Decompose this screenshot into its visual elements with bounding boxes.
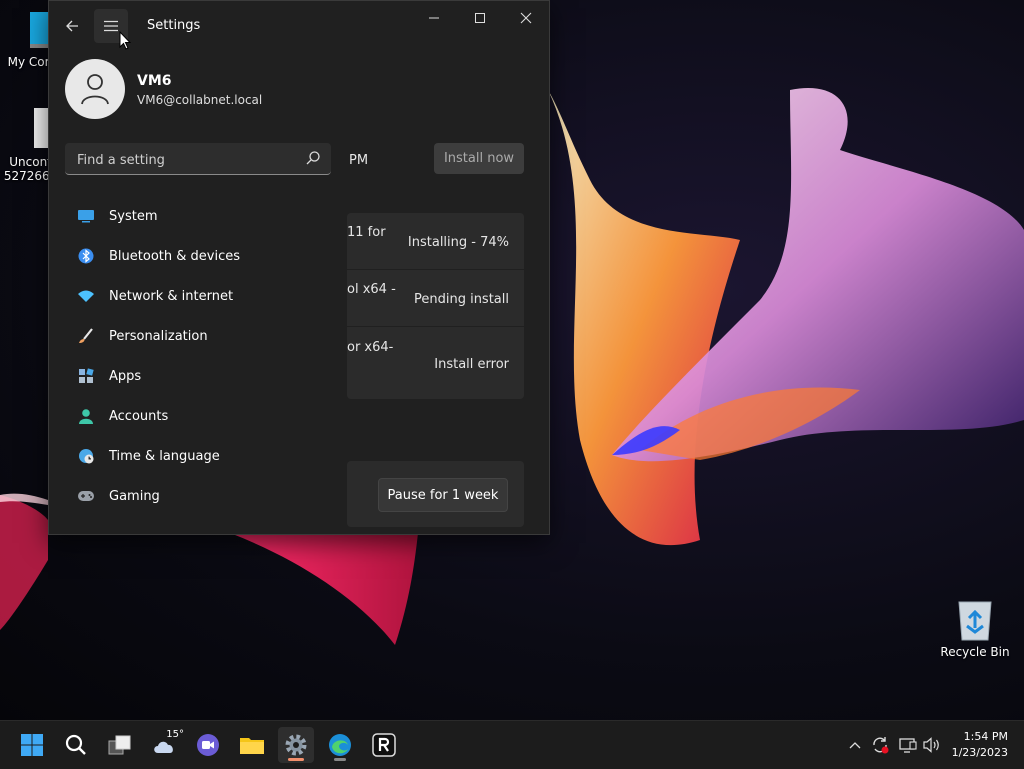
user-avatar[interactable]	[65, 59, 125, 119]
nav-item-label: Gaming	[109, 488, 160, 504]
update-row-1-title: 11 for	[347, 225, 386, 240]
back-button[interactable]	[55, 9, 89, 43]
nav-item-label: Bluetooth & devices	[109, 248, 240, 264]
task-view-icon	[108, 735, 131, 755]
edge-browser-button[interactable]	[322, 727, 358, 763]
navigation-pane: VM6 VM6@collabnet.local System Bluetooth…	[49, 49, 347, 534]
search-icon	[306, 151, 320, 165]
nav-item-label: Time & language	[109, 448, 220, 464]
gamepad-icon	[77, 487, 95, 505]
user-name: VM6	[137, 73, 172, 89]
system-icon	[77, 207, 95, 225]
bluetooth-icon	[77, 247, 95, 265]
nav-item-personalization[interactable]: Personalization	[65, 318, 335, 354]
search-button[interactable]	[58, 727, 94, 763]
brush-icon	[77, 327, 95, 345]
file-icon	[34, 108, 60, 148]
update-row-2-title: ol x64 -	[347, 282, 396, 297]
update-row-3-status: Install error	[434, 357, 509, 372]
install-now-button[interactable]: Install now	[434, 143, 524, 174]
window-title: Settings	[147, 18, 201, 33]
maximize-button[interactable]	[457, 1, 503, 35]
desktop-icon-label: Recycle Bin	[940, 645, 1010, 659]
remote-app-button[interactable]	[366, 727, 402, 763]
nav-item-time-language[interactable]: Time & language	[65, 438, 335, 474]
volume-button[interactable]	[920, 721, 944, 769]
task-view-button[interactable]	[102, 727, 138, 763]
computer-icon	[30, 12, 60, 48]
weather-temperature: 15°	[166, 729, 184, 740]
settings-taskbar-button[interactable]	[278, 727, 314, 763]
start-button[interactable]	[14, 727, 50, 763]
nav-item-label: Personalization	[109, 328, 208, 344]
windows-logo-icon	[21, 734, 43, 756]
clock[interactable]: 1:54 PM 1/23/2023	[952, 729, 1008, 761]
row-divider	[347, 269, 524, 270]
weather-widget[interactable]: 15°	[146, 727, 184, 763]
nav-item-label: Accounts	[109, 408, 169, 424]
accounts-icon	[77, 407, 95, 425]
nav-item-label: Network & internet	[109, 288, 234, 304]
back-arrow-icon	[66, 20, 78, 32]
hamburger-icon	[104, 20, 118, 32]
apps-icon	[77, 367, 95, 385]
network-icon	[899, 738, 917, 753]
pause-updates-button[interactable]: Pause for 1 week	[378, 478, 508, 512]
nav-item-network-internet[interactable]: Network & internet	[65, 278, 335, 314]
network-status-button[interactable]	[896, 721, 920, 769]
taskbar: 15° 1:54 PM 1/23/2023	[0, 720, 1024, 769]
file-explorer-button[interactable]	[234, 727, 270, 763]
nav-item-gaming[interactable]: Gaming	[65, 478, 335, 514]
nav-item-label: System	[109, 208, 158, 224]
update-row-1-status: Installing - 74%	[407, 235, 509, 250]
user-email: VM6@collabnet.local	[137, 93, 263, 107]
video-chat-icon	[197, 734, 219, 756]
last-checked-fragment: PM	[349, 153, 369, 168]
search-input[interactable]	[75, 149, 299, 171]
nav-item-accounts[interactable]: Accounts	[65, 398, 335, 434]
search-icon	[65, 734, 86, 755]
globe-clock-icon	[77, 447, 95, 465]
update-row-2-status: Pending install	[413, 292, 509, 307]
nav-item-apps[interactable]: Apps	[65, 358, 335, 394]
active-app-indicator	[288, 758, 304, 761]
speaker-icon	[923, 737, 939, 753]
row-divider	[347, 326, 524, 327]
close-button[interactable]	[503, 1, 549, 35]
chevron-up-icon	[849, 742, 861, 749]
wifi-icon	[77, 287, 95, 305]
settings-window: PM Install now 11 for Installing - 74% o…	[48, 0, 550, 535]
nav-item-bluetooth-devices[interactable]: Bluetooth & devices	[65, 238, 335, 274]
maximize-icon	[475, 13, 485, 23]
r-app-icon	[372, 733, 396, 757]
minimize-button[interactable]	[411, 1, 457, 35]
close-icon	[520, 12, 532, 24]
nav-item-label: Apps	[109, 368, 142, 384]
person-icon	[81, 74, 109, 105]
minimize-icon	[429, 17, 439, 19]
teams-chat-button[interactable]	[190, 727, 226, 763]
folder-icon	[240, 738, 264, 754]
gear-icon	[285, 734, 307, 756]
update-row-3-title: or x64-	[347, 340, 394, 355]
running-app-indicator	[334, 758, 346, 761]
edge-icon	[329, 734, 351, 756]
nav-item-system[interactable]: System	[65, 198, 335, 234]
search-box	[65, 143, 331, 175]
desktop-icon-recycle-bin[interactable]: Recycle Bin	[940, 596, 1010, 659]
show-hidden-icons-button[interactable]	[844, 721, 866, 769]
sync-error-icon	[873, 737, 889, 754]
clock-time: 1:54 PM	[963, 730, 1008, 743]
sync-status-button[interactable]	[868, 721, 892, 769]
mouse-cursor-icon	[119, 31, 131, 50]
clock-date: 1/23/2023	[951, 746, 1008, 759]
recycle-bin-icon	[958, 601, 992, 641]
